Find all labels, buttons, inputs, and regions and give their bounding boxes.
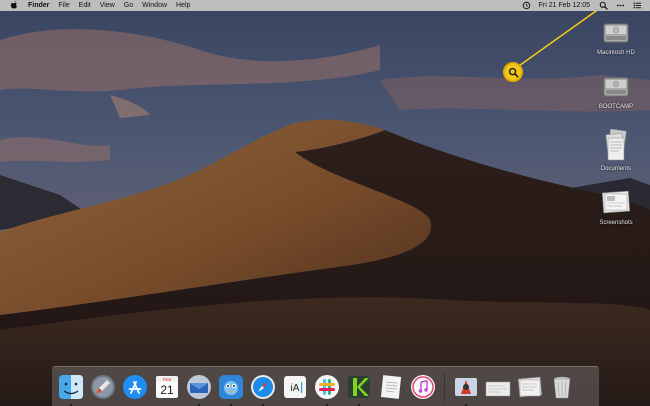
desktop-item-label: Macintosh HD: [597, 50, 635, 56]
ia-writer-label: iA: [291, 383, 300, 394]
screenshot-file-icon: [602, 190, 630, 214]
document-stack-icon: [605, 128, 627, 161]
running-indicator: [262, 403, 264, 406]
dock-item-trash[interactable]: [549, 374, 575, 400]
menu-bar: Finder File Edit View Go Window Help Fri…: [0, 0, 650, 11]
magnifier-callout-icon: [503, 62, 523, 82]
tweetbot-icon: [219, 374, 243, 399]
trash-icon: [553, 376, 571, 398]
dock-item-finder[interactable]: [58, 374, 84, 406]
siri-icon[interactable]: [616, 1, 625, 10]
utility-app-icon: [455, 377, 477, 396]
dock-item-tweetbot[interactable]: [218, 374, 244, 406]
dock-item-mail[interactable]: [186, 374, 212, 406]
apple-logo-icon[interactable]: [10, 1, 18, 10]
downloads-stack-icon: [517, 376, 543, 397]
running-indicator: [70, 403, 72, 406]
dock-item-recent-document[interactable]: [485, 374, 511, 400]
itunes-icon: [411, 374, 435, 399]
hard-drive-icon: [603, 23, 629, 43]
running-indicator: [326, 403, 328, 406]
menu-help[interactable]: Help: [176, 0, 190, 11]
notification-center-icon[interactable]: [633, 1, 642, 10]
running-indicator: [358, 403, 360, 406]
desktop-item-label: BOOTCAMP: [598, 104, 634, 110]
desktop-item-bootcamp[interactable]: BOOTCAMP: [586, 72, 646, 110]
kite-icon: [348, 375, 370, 398]
menu-view[interactable]: View: [100, 0, 115, 11]
ia-writer-icon: iA: [284, 375, 306, 398]
dock-item-safari[interactable]: [250, 374, 276, 406]
calendar-icon: FEB 21: [156, 375, 178, 398]
desktop-item-macintosh-hd[interactable]: Macintosh HD: [586, 18, 646, 56]
menu-edit[interactable]: Edit: [79, 0, 91, 11]
menu-bar-status-area: Fri 21 Feb 12:05: [522, 0, 650, 11]
menu-file[interactable]: File: [58, 0, 69, 11]
app-store-icon: [123, 374, 147, 399]
launchpad-icon: [91, 374, 115, 399]
recent-document-icon: [485, 381, 511, 396]
menu-go[interactable]: Go: [124, 0, 133, 11]
menu-clock[interactable]: Fri 21 Feb 12:05: [539, 0, 590, 11]
time-machine-icon[interactable]: [522, 1, 531, 10]
dock-item-slack[interactable]: [314, 374, 340, 406]
dock-item-utility-app[interactable]: [453, 374, 479, 406]
callout-line: [515, 0, 609, 69]
dock-item-notes[interactable]: [378, 374, 404, 400]
desktop-item-screenshots[interactable]: Screenshots: [586, 188, 646, 226]
menu-window[interactable]: Window: [142, 0, 167, 11]
desktop-item-documents[interactable]: Documents: [586, 128, 646, 172]
slack-icon: [315, 374, 339, 399]
calendar-day: 21: [160, 383, 174, 397]
finder-icon: [59, 374, 83, 399]
dock-item-calendar[interactable]: FEB 21: [154, 374, 180, 400]
dock-item-itunes[interactable]: [410, 374, 436, 400]
dock-item-launchpad[interactable]: [90, 374, 116, 400]
dock-item-downloads-stack[interactable]: [517, 374, 543, 400]
dock-item-kite[interactable]: [346, 374, 372, 406]
dock: FEB 21 iA: [52, 366, 599, 406]
desktop-item-label: Screenshots: [599, 220, 633, 226]
mail-icon: [187, 374, 211, 399]
running-indicator: [230, 403, 232, 406]
dock-separator: [444, 371, 445, 402]
running-indicator: [198, 403, 200, 406]
hard-drive-icon: [603, 77, 629, 97]
running-indicator: [465, 403, 467, 406]
notes-icon: [380, 374, 402, 399]
spotlight-search-icon[interactable]: [599, 1, 608, 10]
desktop-item-label: Documents: [600, 166, 632, 172]
dock-item-ia-writer[interactable]: iA: [282, 374, 308, 400]
dock-item-app-store[interactable]: [122, 374, 148, 400]
menu-app-finder[interactable]: Finder: [28, 0, 49, 11]
safari-icon: [251, 374, 275, 399]
calendar-month: FEB: [163, 377, 172, 382]
